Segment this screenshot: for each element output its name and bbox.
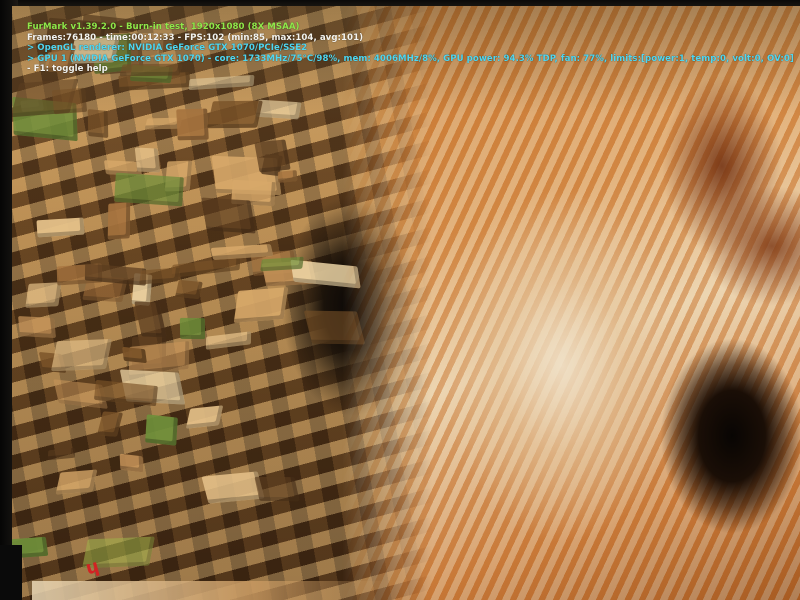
tunnel-bottom-highlight bbox=[32, 581, 392, 600]
tunnel-block bbox=[234, 286, 289, 323]
osd-frames-stats: Frames:76180 - time:00:12:33 - FPS:102 (… bbox=[27, 32, 364, 43]
osd-gpu-status: > GPU 1 (NVIDIA GeForce GTX 1070) - core… bbox=[27, 53, 794, 64]
tunnel-block bbox=[134, 301, 167, 338]
osd-renderer-info: > OpenGL renderer: NVIDIA GeForce GTX 10… bbox=[27, 43, 308, 54]
monitor-bezel-corner bbox=[0, 545, 22, 600]
tunnel-block bbox=[201, 197, 256, 234]
tunnel-block bbox=[134, 147, 160, 173]
tunnel-block bbox=[50, 338, 113, 371]
tunnel-block bbox=[107, 202, 131, 240]
tunnel-block bbox=[122, 346, 147, 363]
tunnel-block bbox=[114, 172, 184, 207]
tunnel-block bbox=[119, 454, 144, 473]
tunnel-block bbox=[96, 411, 123, 437]
tunnel-block bbox=[25, 281, 63, 308]
tunnel-block bbox=[174, 279, 203, 299]
tunnel-block bbox=[55, 469, 98, 495]
tunnel-block bbox=[205, 331, 251, 350]
tunnel-block bbox=[201, 471, 265, 504]
tunnel-block bbox=[171, 257, 240, 279]
tunnel-block bbox=[185, 405, 223, 430]
tunnel-block bbox=[36, 217, 85, 237]
tunnel-block bbox=[254, 139, 292, 173]
osd-overlay: FurMark v1.39.2.0 - Burn-in test, 1920x1… bbox=[27, 22, 794, 75]
osd-help-hint: - F1: toggle help bbox=[27, 64, 108, 75]
tunnel-block bbox=[139, 267, 180, 285]
tunnel-block bbox=[254, 476, 301, 501]
osd-title: FurMark v1.39.2.0 - Burn-in test, 1920x1… bbox=[27, 22, 300, 32]
tunnel-block bbox=[145, 414, 178, 446]
tunnel-block bbox=[180, 317, 206, 339]
tunnel-block bbox=[277, 170, 297, 183]
tunnel-block bbox=[18, 315, 56, 338]
furmark-render-window: FurMark v1.39.2.0 - Burn-in test, 1920x1… bbox=[12, 6, 800, 600]
tunnel-block bbox=[47, 447, 76, 461]
